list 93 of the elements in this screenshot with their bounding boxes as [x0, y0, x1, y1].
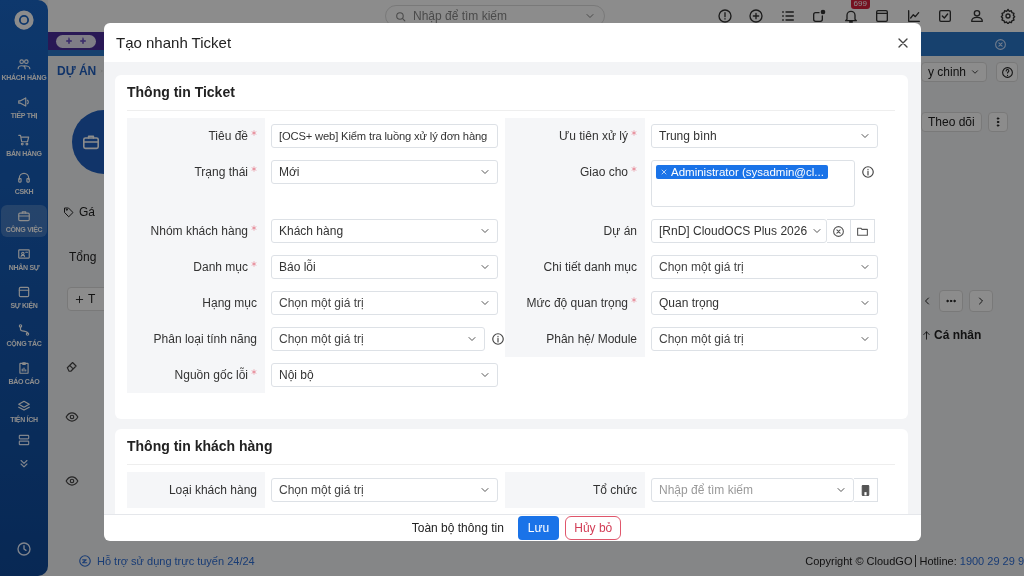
checkbox-icon[interactable]	[937, 8, 953, 24]
pagination-more-button[interactable]	[939, 290, 963, 312]
notification-badge: 699	[850, 0, 870, 9]
search-select[interactable]: Nhập để tìm kiếm	[651, 478, 854, 502]
field-label: Danh mục	[193, 259, 248, 276]
select-field[interactable]: Trung bình	[651, 124, 878, 148]
select-field[interactable]: Nội bộ	[271, 363, 498, 387]
layers-icon	[17, 399, 31, 413]
building-icon	[859, 483, 872, 497]
field-label: Tiêu đề	[208, 128, 248, 145]
chat-bubble-icon	[78, 554, 92, 568]
settings-icon[interactable]	[1000, 8, 1016, 24]
line-chart-icon[interactable]	[905, 8, 922, 24]
alert-icon[interactable]	[716, 8, 733, 24]
field-label: Giao cho	[579, 164, 628, 181]
copyright-text: Copyright © CloudGO	[805, 555, 913, 567]
id-card-icon	[17, 247, 31, 261]
assignee-field[interactable]: Administrator (sysadmin@cl...	[651, 160, 855, 207]
add-icon[interactable]	[748, 8, 764, 24]
user-icon[interactable]	[968, 8, 985, 24]
eraser-icon[interactable]	[65, 359, 79, 373]
briefcase-icon	[83, 134, 99, 150]
field-label: Loại khách hàng	[168, 482, 257, 499]
field-label: Trạng thái	[194, 164, 248, 181]
field-label: Nhóm khách hàng	[150, 223, 248, 240]
server-icon[interactable]	[17, 433, 31, 447]
field-label: Phân loại tính năng	[153, 331, 257, 348]
select-field[interactable]: Chọn một giá trị	[271, 291, 498, 315]
window-icon[interactable]	[874, 8, 890, 24]
field-label: Tổ chức	[592, 482, 637, 499]
tag-label: Gá	[79, 204, 95, 220]
select-field[interactable]: Báo lỗi	[271, 255, 498, 279]
eye-icon[interactable]	[65, 474, 79, 488]
list-icon[interactable]	[779, 8, 796, 24]
info-icon[interactable]	[861, 165, 875, 179]
select-field[interactable]: Chọn một giá trị	[651, 327, 878, 351]
follow-button[interactable]: Theo dõi	[921, 112, 982, 132]
field-label: Nguồn gốc lỗi	[174, 366, 248, 384]
tag-icon	[63, 206, 75, 218]
cart-icon	[17, 133, 31, 147]
plus-icon	[74, 293, 85, 305]
info-icon[interactable]	[491, 332, 505, 346]
arrow-up-icon	[921, 329, 932, 341]
folder-button[interactable]	[851, 219, 875, 243]
search-icon	[394, 9, 407, 23]
hotline-number[interactable]: 1900 29 29 9	[959, 555, 1024, 567]
view-dropdown[interactable]: y chinh	[921, 62, 988, 82]
clear-icon	[832, 224, 845, 238]
clear-button[interactable]	[827, 219, 851, 243]
calendar-icon	[17, 285, 31, 299]
save-button[interactable]: Lưu	[517, 516, 560, 540]
megaphone-icon	[17, 95, 31, 109]
support-link[interactable]: Hỗ trợ sử dụng trực tuyến 24/24	[97, 555, 255, 567]
cancel-button[interactable]: Hủy bỏ	[565, 516, 622, 540]
column-header[interactable]: Cá nhân	[934, 328, 982, 342]
search-placeholder: Nhập để tìm kiếm	[413, 9, 509, 23]
assignee-tag[interactable]: Administrator (sysadmin@cl...	[656, 165, 828, 179]
select-field[interactable]: Chọn một giá trị	[651, 255, 878, 279]
clipboard-chart-icon	[17, 361, 31, 375]
headset-icon	[17, 171, 31, 185]
select-field[interactable]: [RnD] CloudOCS Plus 2026	[651, 219, 827, 243]
briefcase-icon	[17, 209, 31, 223]
dialog-title: Tạo nhanh Ticket	[116, 34, 233, 51]
select-field[interactable]: Mới	[271, 160, 498, 184]
section-title: Thông tin khách hàng	[127, 429, 895, 465]
breadcrumb-link[interactable]: DỰ ÁN	[57, 64, 97, 78]
organization-button[interactable]	[854, 478, 878, 502]
field-label: Ưu tiên xử lý	[559, 128, 628, 145]
chevron-down-icon	[970, 67, 981, 77]
text-field[interactable]: [OCS+ web] Kiểm tra luồng xử lý đơn hàng	[271, 124, 498, 148]
select-field[interactable]: Chọn một giá trị	[271, 327, 485, 351]
section-title: Thông tin Ticket	[127, 75, 895, 111]
select-field[interactable]: Khách hàng	[271, 219, 498, 243]
field-label: Mức độ quan trọng	[526, 295, 628, 312]
field-label: Dự án	[603, 223, 637, 240]
field-label: Hạng mục	[202, 295, 257, 312]
remove-icon[interactable]	[660, 168, 668, 176]
eye-icon[interactable]	[65, 410, 79, 424]
field-label: Chi tiết danh mục	[543, 259, 637, 276]
people-icon	[17, 57, 31, 71]
ai-button[interactable]	[56, 34, 96, 48]
field-label: Phân hệ/ Module	[546, 331, 637, 348]
select-field[interactable]: Quan trọng	[651, 291, 878, 315]
hotline-label: Hotline:	[919, 555, 957, 567]
total-label: Tổng	[69, 250, 98, 264]
clock-icon[interactable]	[16, 541, 32, 557]
square-dot-icon[interactable]	[811, 8, 827, 24]
notification-icon[interactable]	[842, 8, 859, 24]
help-icon	[1000, 65, 1014, 79]
help-button[interactable]	[996, 62, 1019, 82]
logo-icon	[13, 9, 35, 31]
connector-icon	[17, 323, 31, 337]
select-field[interactable]: Chọn một giá trị	[271, 478, 498, 502]
